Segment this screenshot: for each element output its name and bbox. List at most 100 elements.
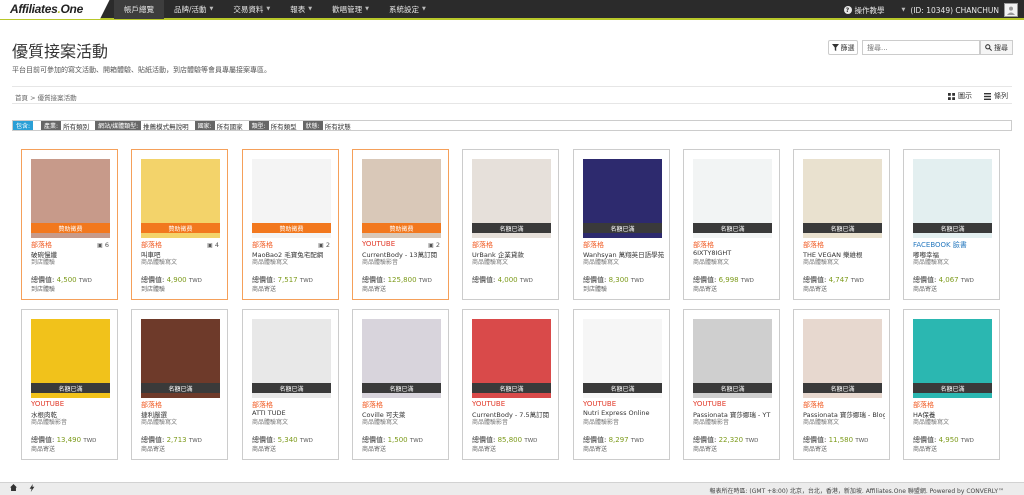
filter-button[interactable]: 篩選 — [828, 40, 858, 55]
breadcrumb[interactable]: 首頁 > 優質接案活動 — [15, 92, 77, 102]
price-currency: TWD — [418, 278, 432, 284]
campaign-type: 商品體驗寫文 — [803, 259, 840, 266]
campaign-card[interactable]: 名額已滿 部落格 6IXTY8IGHT 商品體驗寫文 總價值: 6,998 TWD 商品寄… — [683, 149, 780, 300]
nav-item-label: 歡唱管理 — [332, 4, 363, 14]
nav-item[interactable]: 帳戶總覽 — [114, 0, 164, 19]
nav-item[interactable]: 報表 ▼ — [280, 0, 322, 19]
price-value: 85,800 — [497, 436, 523, 444]
nav-item[interactable]: 歡唱管理 ▼ — [322, 0, 379, 19]
filter-tag[interactable]: 產業: — [41, 121, 62, 130]
user-label: (ID: 10349) CHANCHUN — [910, 5, 999, 15]
campaign-status-banner: 名額已滿 — [141, 383, 220, 393]
campaign-card[interactable]: 名額已滿 部落格 UrBank 企業貸款 商品體驗寫文 總價值: 4,000 TWD — [462, 149, 559, 300]
filter-tag[interactable]: 狀態: — [302, 121, 323, 130]
campaign-card[interactable]: 贊助徵費 部落格 ▣ 2 MaoBao2 毛寶兔宅配網 商品體驗寫文 總價值: 7,517… — [242, 149, 339, 300]
price-currency: TWD — [745, 438, 759, 444]
chevron-down-icon: ▼ — [209, 6, 214, 12]
campaign-card[interactable]: 名額已滿 YOUTUBE 水根肉乾 商品體驗影音 總價值: 13,490 TWD 商品寄送 — [21, 309, 118, 460]
campaign-type: 商品體驗寫文 — [472, 259, 509, 266]
campaign-card[interactable]: 名額已滿 部落格 THE VEGAN 樂維根 商品體驗寫文 總價值: 4,747 TWD… — [793, 149, 890, 300]
campaign-card[interactable]: 名額已滿 YOUTUBE Passionata 寶莎娜瑞 - YT 商品體驗影音 總價值… — [683, 309, 780, 460]
page-subtitle: 平台目前可參加的寫文活動、開箱體驗、貼紙活動，到店體驗等會員專屬接案專區。 — [12, 66, 271, 74]
price-label: 總價值: — [31, 436, 55, 444]
grid-view-label: 圖示 — [958, 92, 972, 100]
campaign-card[interactable]: 名額已滿 FACEBOOK 臉書 嘟嘟幸福 商品體驗寫文 總價值: 4,067 TWD 商… — [903, 149, 1000, 300]
chevron-down-icon: ▼ — [901, 7, 906, 13]
campaign-type: 商品體驗影音 — [472, 419, 509, 426]
price-value: 4,900 — [166, 276, 187, 284]
price-value: 4,067 — [938, 276, 959, 284]
campaign-name[interactable]: Nutri Express Online — [583, 409, 665, 417]
campaign-status-banner: 名額已滿 — [362, 383, 441, 393]
list-view-button[interactable]: 條列 — [984, 91, 1008, 101]
filter-tag[interactable]: 類型: — [248, 121, 269, 130]
price-label: 總價值: — [693, 436, 717, 444]
price-label: 總價值: — [362, 276, 386, 284]
price-currency: TWD — [409, 438, 423, 444]
home-icon[interactable] — [10, 484, 17, 494]
price-label: 總價值: — [472, 276, 496, 284]
chevron-down-icon: ▼ — [365, 6, 369, 12]
user-menu[interactable]: ▼ (ID: 10349) CHANCHUN — [899, 3, 1018, 17]
price-currency: TWD — [188, 278, 202, 284]
search-input[interactable] — [862, 40, 980, 55]
campaign-card[interactable]: 名額已滿 YOUTUBE Nutri Express Online 商品體驗影音 總價值… — [573, 309, 670, 460]
price-value: 2,713 — [166, 436, 187, 444]
price-value: 6,998 — [718, 276, 739, 284]
filter-icon — [831, 44, 839, 51]
price-value: 22,320 — [718, 436, 744, 444]
filter-value: 所有國家 — [216, 122, 243, 131]
price-currency: TWD — [740, 278, 754, 284]
grid-view-button[interactable]: 圖示 — [948, 91, 972, 101]
campaign-category: YOUTUBE — [31, 400, 65, 408]
campaign-price: 總價值: 4,000 TWD — [472, 275, 533, 285]
image-count-value: 2 — [325, 241, 330, 249]
price-label: 總價值: — [583, 276, 607, 284]
main-nav: 帳戶總覽 品牌/活動 ▼ 交易資料 ▼ 報表 ▼ 歡唱管理 ▼ 系統設定 ▼ — [114, 0, 436, 19]
campaign-kind: 商品寄送 — [583, 446, 608, 453]
campaign-kind: 商品寄送 — [362, 286, 387, 293]
price-label: 總價值: — [913, 276, 937, 284]
price-currency: TWD — [83, 438, 97, 444]
campaign-status-banner: 名額已滿 — [693, 223, 772, 233]
price-label: 總價值: — [583, 436, 607, 444]
price-label: 總價值: — [252, 276, 276, 284]
view-toggle: 圖示 條列 — [936, 91, 1008, 101]
filter-tag[interactable]: 網站/媒體類型: — [95, 121, 142, 130]
campaign-status-banner: 名額已滿 — [583, 383, 662, 393]
image-icon: ▣ — [97, 242, 103, 249]
brand-logo[interactable]: Affiliates.One — [0, 0, 110, 19]
campaign-card[interactable]: 名額已滿 部落格 Coville 可夫萊 商品體驗寫文 總價值: 1,500 TWD 商品… — [352, 309, 449, 460]
campaign-name[interactable]: 6IXTY8IGHT — [693, 249, 775, 257]
price-value: 8,297 — [608, 436, 629, 444]
search-button[interactable]: 搜尋 — [980, 40, 1013, 55]
image-count-value: 4 — [214, 241, 219, 249]
filter-tag[interactable]: 包含: — [13, 121, 34, 130]
campaign-name[interactable]: ATTI TUDE — [252, 409, 334, 417]
campaign-card[interactable]: 名額已滿 部落格 捷利嚴選 商品體驗寫文 總價值: 2,713 TWD 商品寄送 — [131, 309, 228, 460]
campaign-card[interactable]: 贊助徵費 YOUTUBE ▣ 2 CurrentBody - 13萬訂閱 商品體驗影音總… — [352, 149, 449, 300]
campaign-card[interactable]: 名額已滿 部落格 HA保養 商品體驗寫文 總價值: 4,950 TWD 商品寄送 — [903, 309, 1000, 460]
filter-tag[interactable]: 國家: — [194, 121, 215, 130]
price-label: 總價值: — [693, 276, 717, 284]
campaign-kind: 商品寄送 — [362, 446, 387, 453]
campaign-card[interactable]: 名額已滿 YOUTUBE CurrentBody - 7.5萬訂閱 商品體驗影音 總價值… — [462, 309, 559, 460]
campaign-card[interactable]: 名額已滿 部落格 Wanhsyan 萬翔英日語學苑 商品體驗寫文 總價值: 8,300 … — [573, 149, 670, 300]
campaign-card[interactable]: 名額已滿 部落格 Passionata 寶莎娜瑞 - Blog 商品體驗寫文 總價值: … — [793, 309, 890, 460]
nav-item[interactable]: 系統設定 ▼ — [379, 0, 436, 19]
campaign-type: 商品體驗寫文 — [583, 259, 620, 266]
campaign-type: 商品體驗寫文 — [362, 419, 399, 426]
bolt-icon[interactable] — [29, 484, 35, 494]
campaign-status-banner: 贊助徵費 — [362, 223, 441, 233]
campaign-card[interactable]: 贊助徵費 部落格 ▣ 4 叫車吧 商品體驗寫文 總價值: 4,900 TWD 到店體驗 — [131, 149, 228, 300]
campaign-status-banner: 贊助徵費 — [31, 223, 110, 233]
price-label: 總價值: — [252, 436, 276, 444]
price-value: 7,517 — [277, 276, 298, 284]
nav-item[interactable]: 品牌/活動 ▼ — [164, 0, 223, 19]
campaign-card[interactable]: 贊助徵費 部落格 ▣ 6 破碗慢纖 到店體驗 總價值: 4,500 TWD 到店體驗 — [21, 149, 118, 300]
help-link[interactable]: ? 操作教學 — [843, 5, 885, 16]
campaign-kind: 商品寄送 — [693, 286, 718, 293]
nav-item[interactable]: 交易資料 ▼ — [223, 0, 280, 19]
campaign-card[interactable]: 名額已滿 部落格 ATTI TUDE 商品體驗寫文 總價值: 5,340 TWD 商品寄送 — [242, 309, 339, 460]
campaign-type: 到店體驗 — [31, 259, 56, 266]
